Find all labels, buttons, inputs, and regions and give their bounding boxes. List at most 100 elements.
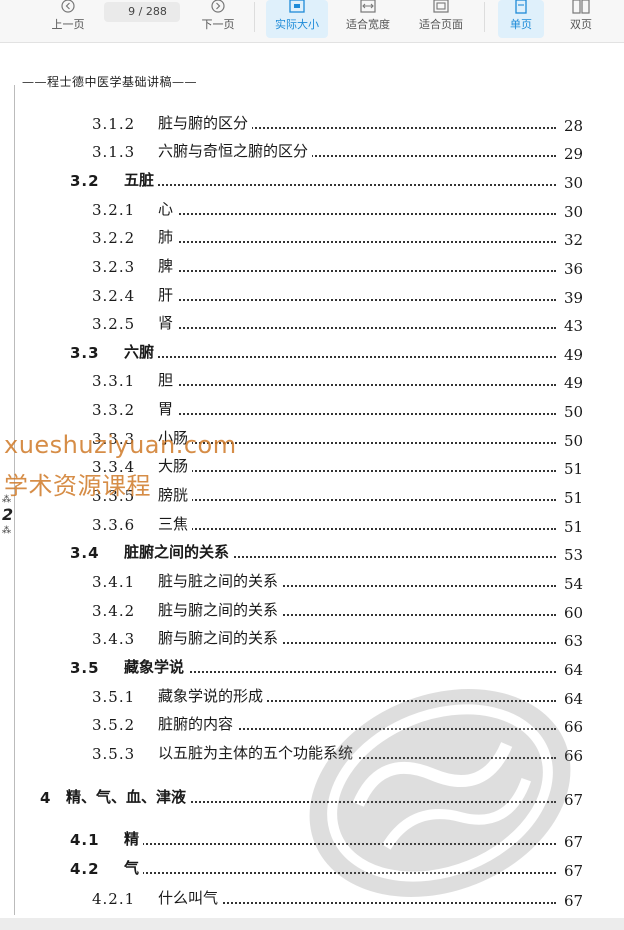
page-indicator: / 288	[104, 2, 180, 22]
toc-section-number: 3.3.5	[92, 487, 136, 505]
toc-title: 六腑与奇恒之腑的区分	[158, 140, 313, 161]
toc-entry[interactable]: 3.3.3 小肠 50	[0, 426, 600, 450]
toc-section-number: 3.5.3	[92, 745, 136, 763]
toc-title: 以五脏为主体的五个功能系统	[158, 742, 358, 763]
toc-entry[interactable]: 3.5.2 脏腑的内容 66	[0, 712, 600, 736]
toc-section-number: 3.2.4	[92, 287, 136, 305]
toc-entry[interactable]: 4.1 精 67	[0, 827, 600, 851]
fit-page-button[interactable]: 适合页面	[410, 0, 472, 38]
toc-leader-dots	[168, 299, 556, 301]
toc-leader-dots	[168, 270, 556, 272]
toc-entry[interactable]: 3.1.3 六腑与奇恒之腑的区分 29	[0, 139, 600, 163]
toc-entry[interactable]: 3.5 藏象学说 64	[0, 655, 600, 679]
toc-leader-dots	[168, 470, 556, 472]
toc-page-number: 67	[564, 791, 584, 809]
toc-entry[interactable]: 3.5.3 以五脏为主体的五个功能系统 66	[0, 741, 600, 765]
next-page-label: 下一页	[201, 18, 235, 31]
toc-section-number: 3.3.3	[92, 430, 136, 448]
toc-title: 肾	[158, 312, 178, 333]
toc-section-number: 3.1.2	[92, 115, 136, 133]
toc-page-number: 30	[564, 174, 584, 192]
toc-entry[interactable]: 3.1.2 脏与腑的区分 28	[0, 111, 600, 135]
toc-leader-dots	[168, 384, 556, 386]
toc-title: 脏腑之间的关系	[124, 541, 234, 562]
toc-page-number: 53	[564, 546, 584, 564]
current-page-input[interactable]	[117, 5, 136, 18]
toc-leader-dots	[168, 327, 556, 329]
toc-title: 六腑	[124, 341, 159, 362]
toc-section-number: 4.1	[70, 831, 100, 849]
toc-entry[interactable]: 3.3.4 大肠 51	[0, 454, 600, 478]
toc-page-number: 43	[564, 317, 584, 335]
toc-title: 脏与腑的区分	[158, 112, 253, 133]
toc-title: 大肠	[158, 455, 193, 476]
toc-page-number: 30	[564, 203, 584, 221]
toc-entry[interactable]: 3.2.5 肾 43	[0, 311, 600, 335]
toc-leader-dots	[168, 442, 556, 444]
toc-title: 小肠	[158, 427, 193, 448]
toc-page-number: 49	[564, 346, 584, 364]
toc-page-number: 67	[564, 862, 584, 880]
actual-size-label: 实际大小	[275, 18, 319, 31]
toc-entry[interactable]: 3.2 五脏 30	[0, 168, 600, 192]
next-page-button[interactable]: 下一页	[196, 0, 240, 38]
toc-page-number: 36	[564, 260, 584, 278]
toc-entry[interactable]: 3.2.3 脾 36	[0, 254, 600, 278]
toc-section-number: 3.3	[70, 344, 100, 362]
toc-entry[interactable]: 3.2.4 肝 39	[0, 283, 600, 307]
toc-title: 腑与腑之间的关系	[158, 627, 283, 648]
toc-section-number: 3.5.2	[92, 716, 136, 734]
toc-entry[interactable]: 3.4.1 脏与脏之间的关系 54	[0, 569, 600, 593]
toc-title: 精、气、血、津液	[66, 786, 191, 807]
toc-section-number: 3.4.3	[92, 630, 136, 648]
single-page-button[interactable]: 单页	[498, 0, 544, 38]
actual-size-button[interactable]: 实际大小	[266, 0, 328, 38]
toc-leader-dots	[168, 213, 556, 215]
toc-leader-dots	[168, 241, 556, 243]
toc-entry[interactable]: 4.2 气 67	[0, 856, 600, 880]
toc-title: 胆	[158, 369, 178, 390]
bottom-strip	[0, 918, 624, 930]
toc-entry[interactable]: 3.2.2 肺 32	[0, 225, 600, 249]
running-header: ——程士德中医学基础讲稿——	[22, 75, 198, 89]
toc-page-number: 32	[564, 231, 584, 249]
toc-section-number: 3.5	[70, 659, 100, 677]
toc-page-number: 67	[564, 833, 584, 851]
toc-page-number: 50	[564, 403, 584, 421]
toc-entry[interactable]: 3.4.3 腑与腑之间的关系 63	[0, 626, 600, 650]
toc-section-number: 3.3.2	[92, 401, 136, 419]
toc-section-number: 3.4	[70, 544, 100, 562]
toc-entry[interactable]: 3.3.2 胃 50	[0, 397, 600, 421]
toc-entry[interactable]: 3.3.1 胆 49	[0, 368, 600, 392]
double-page-button[interactable]: 双页	[558, 0, 604, 38]
toc-title: 三焦	[158, 513, 193, 534]
toc-section-number: 3.2.3	[92, 258, 136, 276]
toc-entry[interactable]: 3.3 六腑 49	[0, 340, 600, 364]
toc-section-number: 3.2.1	[92, 201, 136, 219]
toc-title: 脾	[158, 255, 178, 276]
toc-entry[interactable]: 4.2.1 什么叫气 67	[0, 886, 600, 910]
prev-page-button[interactable]: 上一页	[46, 0, 90, 38]
toc-title: 藏象学说	[124, 656, 189, 677]
fit-width-button[interactable]: 适合宽度	[338, 0, 398, 38]
toc-entry[interactable]: 3.4 脏腑之间的关系 53	[0, 540, 600, 564]
document-page: ——程士德中医学基础讲稿—— ⁂ 2 ⁂ 3.1.2 脏与腑的区分 28 3.1.3 六…	[0, 43, 624, 920]
toc-page-number: 51	[564, 489, 584, 507]
toc-title: 气	[124, 857, 144, 878]
prev-page-label: 上一页	[51, 18, 85, 31]
double-page-label: 双页	[570, 18, 592, 31]
toc-entry[interactable]: 3.4.2 脏与腑之间的关系 60	[0, 598, 600, 622]
toc-entry[interactable]: 3.2.1 心 30	[0, 197, 600, 221]
toc-entry[interactable]: 3.3.5 膀胱 51	[0, 483, 600, 507]
toc-section-number: 3.4.2	[92, 602, 136, 620]
toc-page-number: 51	[564, 518, 584, 536]
toc-page-number: 67	[564, 892, 584, 910]
toc-title: 脏腑的内容	[158, 713, 238, 734]
viewer-toolbar: 上一页 / 288 下一页 实际大小 适合宽度 适合页面	[0, 0, 624, 43]
toc-title: 膀胱	[158, 484, 193, 505]
toc-entry[interactable]: 3.5.1 藏象学说的形成 64	[0, 684, 600, 708]
toc-section-number: 3.4.1	[92, 573, 136, 591]
toc-entry[interactable]: 4 精、气、血、津液 67	[0, 785, 600, 809]
toc-page-number: 51	[564, 460, 584, 478]
toc-entry[interactable]: 3.3.6 三焦 51	[0, 512, 600, 536]
